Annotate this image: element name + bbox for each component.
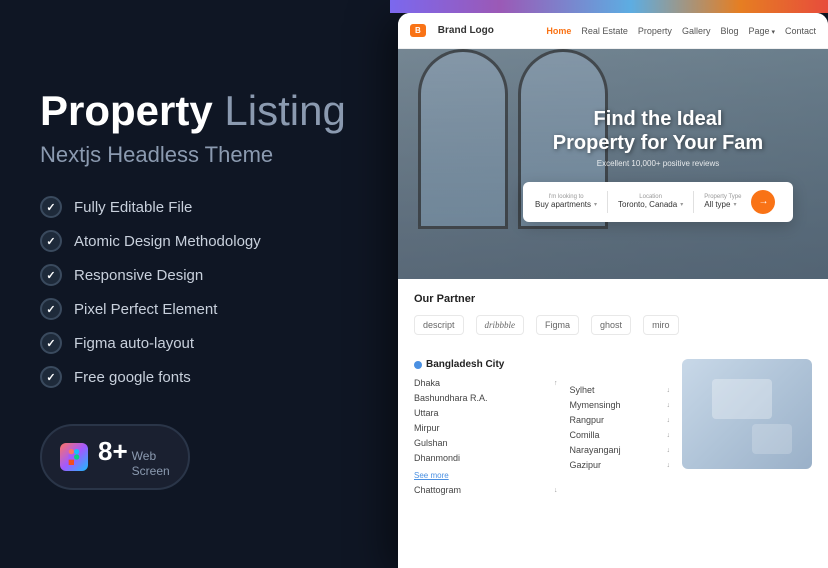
main-title: Property Listing <box>40 88 350 134</box>
figma-icon <box>60 443 88 471</box>
city-item: Narayanganj↓ <box>570 445 670 455</box>
location-dot-icon <box>414 361 422 369</box>
title-bold: Property <box>40 87 213 134</box>
search-field-type: Property Type All type <box>704 194 741 209</box>
gradient-bar <box>390 0 828 13</box>
partner-logo: Figma <box>536 315 579 335</box>
nav-link[interactable]: Contact <box>785 26 816 36</box>
partner-logo: dribbble <box>476 315 525 335</box>
search-button[interactable]: → <box>751 190 775 214</box>
see-more-link[interactable]: See more <box>414 471 449 480</box>
feature-item: Fully Editable File <box>40 196 350 218</box>
city-item: Mirpur <box>414 423 558 433</box>
map-placeholder <box>682 359 812 469</box>
city-item: Gulshan <box>414 438 558 448</box>
search-divider-1 <box>607 191 608 213</box>
subtitle: Nextjs Headless Theme <box>40 142 350 168</box>
left-panel: Property Listing Nextjs Headless Theme F… <box>0 0 390 568</box>
city-item: Chattogram↓ <box>414 485 558 495</box>
city-header: Bangladesh City <box>414 359 558 370</box>
city-item: Bashundhara R.A. <box>414 393 558 403</box>
city-arrow-icon: ↑ <box>554 380 558 387</box>
search-field-location: Location Toronto, Canada <box>618 194 683 209</box>
right-panel: B Brand Logo Home Real Estate Property Gall… <box>390 0 828 568</box>
city-arrow-icon: ↓ <box>667 387 671 394</box>
city-item: Gazipur↓ <box>570 460 670 470</box>
search-field-looking: I'm looking to Buy apartments <box>535 194 597 209</box>
browser-nav: B Brand Logo Home Real Estate Property Gall… <box>398 13 828 49</box>
city-item: See more <box>414 468 558 480</box>
city-item: Mymensingh↓ <box>570 400 670 410</box>
city-arrow-icon: ↓ <box>667 417 671 424</box>
badge-label: Web Screen <box>132 449 170 478</box>
nav-link[interactable]: Blog <box>720 26 738 36</box>
hero-title: Find the IdealProperty for Your Fam <box>523 107 793 155</box>
city-arrow-icon: ↓ <box>667 402 671 409</box>
check-icon <box>40 298 62 320</box>
check-icon <box>40 332 62 354</box>
city-item: Uttara <box>414 408 558 418</box>
hero-subtitle: Excellent 10,000+ positive reviews <box>523 159 793 168</box>
nav-link[interactable]: Page <box>748 26 775 36</box>
feature-item: Responsive Design <box>40 264 350 286</box>
nav-links: Home Real Estate Property Gallery Blog Page Co… <box>546 26 816 36</box>
brand-logo-box: B <box>410 24 426 37</box>
badge-area: 8+ Web Screen <box>40 424 350 490</box>
feature-item: Pixel Perfect Element <box>40 298 350 320</box>
badge: 8+ Web Screen <box>40 424 190 490</box>
brand-name: Brand Logo <box>438 25 494 36</box>
search-value-1[interactable]: Buy apartments <box>535 200 597 209</box>
city-arrow-icon: ↓ <box>667 447 671 454</box>
feature-item: Atomic Design Methodology <box>40 230 350 252</box>
title-light: Listing <box>224 87 345 134</box>
city-right-names: Sylhet↓ Mymensingh↓ Rangpur↓ Comilla↓ Naraya… <box>570 359 670 495</box>
feature-item: Figma auto-layout <box>40 332 350 354</box>
search-value-2[interactable]: Toronto, Canada <box>618 200 683 209</box>
search-bar[interactable]: I'm looking to Buy apartments Location T… <box>523 182 793 222</box>
hero-section: Find the IdealProperty for Your Fam Exce… <box>398 49 828 279</box>
partner-logos: descript dribbble Figma ghost miro <box>414 315 812 335</box>
partners-section: Our Partner descript dribbble Figma ghostmi… <box>398 279 828 349</box>
city-section: Bangladesh City Dhaka↑ Bashundhara R.A. Ut… <box>398 349 828 505</box>
feature-list: Fully Editable File Atomic Design Methodo… <box>40 196 350 388</box>
nav-link[interactable]: Gallery <box>682 26 711 36</box>
search-divider-2 <box>693 191 694 213</box>
check-icon <box>40 366 62 388</box>
city-title: Bangladesh City <box>426 359 504 370</box>
city-arrow-icon: ↓ <box>667 462 671 469</box>
nav-link[interactable]: Home <box>546 26 571 36</box>
city-arrow-icon: ↓ <box>667 432 671 439</box>
partner-logo: descript <box>414 315 464 335</box>
partner-logo: ghost <box>591 315 631 335</box>
city-item: Dhanmondi <box>414 453 558 463</box>
partner-logo: miro <box>643 315 679 335</box>
city-item: Sylhet↓ <box>570 385 670 395</box>
city-list-left: Dhaka↑ Bashundhara R.A. Uttara Mirpur Gulsha… <box>414 378 558 495</box>
badge-text: 8+ Web Screen <box>98 436 170 478</box>
nav-link[interactable]: Real Estate <box>581 26 628 36</box>
city-item: Comilla↓ <box>570 430 670 440</box>
check-icon <box>40 264 62 286</box>
feature-item: Free google fonts <box>40 366 350 388</box>
partners-title: Our Partner <box>414 293 812 305</box>
city-list-right: Sylhet↓ Mymensingh↓ Rangpur↓ Comilla↓ Naraya… <box>570 385 670 470</box>
city-item: Dhaka↑ <box>414 378 558 388</box>
badge-number: 8+ <box>98 436 128 467</box>
hero-content: Find the IdealProperty for Your Fam Exce… <box>403 107 823 222</box>
city-arrow-icon: ↓ <box>554 487 558 494</box>
city-left-col: Bangladesh City Dhaka↑ Bashundhara R.A. Ut… <box>414 359 558 495</box>
search-value-3[interactable]: All type <box>704 200 741 209</box>
check-icon <box>40 230 62 252</box>
check-icon <box>40 196 62 218</box>
city-item: Rangpur↓ <box>570 415 670 425</box>
browser-window: B Brand Logo Home Real Estate Property Gall… <box>398 13 828 568</box>
nav-link[interactable]: Property <box>638 26 672 36</box>
